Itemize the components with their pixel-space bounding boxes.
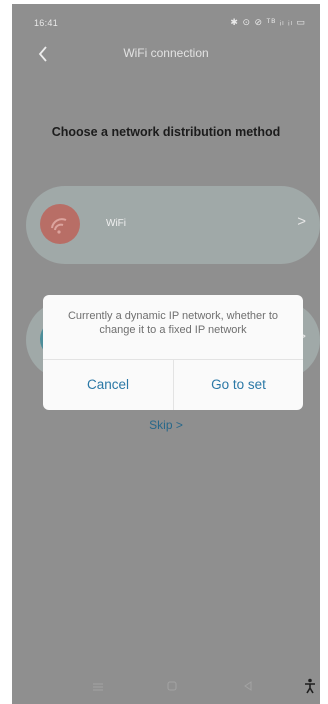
status-bar: 16:41 ✱ ⊙ ⊘ ᵀᴮ ᵢₗ ᵢₗ ▭ [12,4,320,34]
page-title: WiFi connection [123,46,209,60]
go-to-set-button[interactable]: Go to set [174,359,303,410]
section-title: Choose a network distribution method [51,125,281,139]
dialog-message: Currently a dynamic IP network, whether … [67,310,279,336]
wifi-icon [40,204,80,244]
cancel-button[interactable]: Cancel [43,359,173,410]
option-wifi-label: WiFi [106,218,126,229]
status-time: 16:41 [34,18,59,28]
phone-screen: 16:41 ✱ ⊙ ⊘ ᵀᴮ ᵢₗ ᵢₗ ▭ WiFi connection C… [12,4,320,704]
back-icon[interactable] [242,680,254,692]
chevron-right-icon: > [297,213,306,230]
option-wifi[interactable]: WiFi > [26,186,320,264]
nav-bar [12,670,320,704]
status-icons: ✱ ⊙ ⊘ ᵀᴮ ᵢₗ ᵢₗ ▭ [230,17,306,27]
dialog: Currently a dynamic IP network, whether … [43,295,303,410]
menu-icon[interactable] [92,682,104,692]
skip-link[interactable]: Skip > [12,418,320,432]
accessibility-icon[interactable] [304,678,316,694]
home-icon[interactable] [166,680,178,692]
